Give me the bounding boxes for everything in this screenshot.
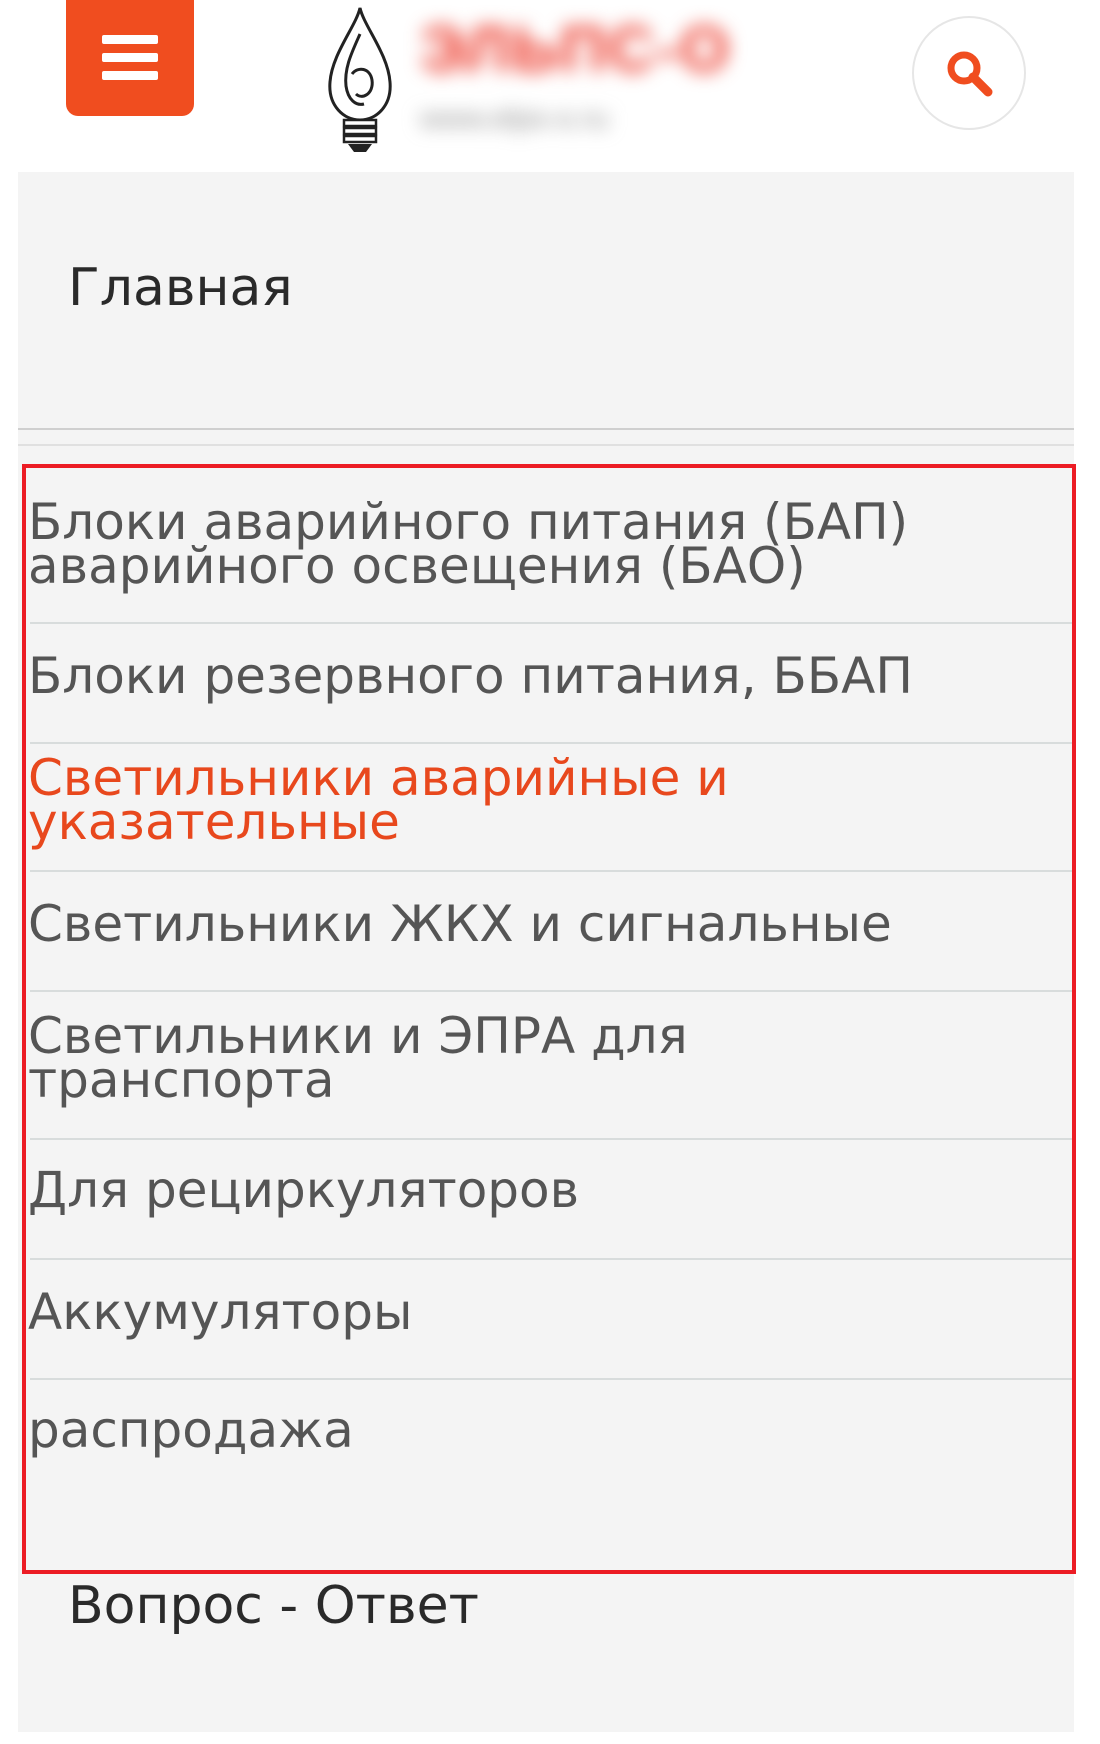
category-label: Светильники ЖКХ и сигнальные (28, 895, 892, 953)
category-item-housing-lights[interactable]: Светильники ЖКХ и сигнальные (26, 895, 1072, 953)
menu-button[interactable] (66, 0, 194, 116)
divider (18, 428, 1074, 430)
category-item-recirculators[interactable]: Для рециркуляторов (26, 1161, 1072, 1219)
search-button[interactable] (912, 16, 1026, 130)
site-header: ЭЛЬПС-О www.elps-o.ru (0, 0, 1100, 170)
divider (30, 1258, 1072, 1260)
hamburger-menu-icon (102, 35, 158, 80)
magnifier-icon (947, 51, 993, 97)
category-label: Блоки резервного питания, ББАП (28, 647, 913, 705)
category-label: Аккумуляторы (28, 1283, 413, 1341)
category-item-sale[interactable]: распродажа (26, 1401, 1072, 1459)
category-item-emergency-lights[interactable]: Светильники аварийные и указательные (26, 753, 1072, 847)
category-label: Для рециркуляторов (28, 1161, 580, 1219)
divider (30, 990, 1072, 992)
divider (30, 742, 1072, 744)
lightbulb-flame-logo-icon (328, 7, 392, 152)
category-item-bap[interactable]: Блоки аварийного питания (БАП) аварийног… (26, 497, 1072, 595)
category-item-transport[interactable]: Светильники и ЭПРА для транспорта (26, 1011, 1072, 1105)
category-item-bbap[interactable]: Блоки резервного питания, ББАП (26, 647, 1072, 705)
divider (30, 1378, 1072, 1380)
navigation-panel: Главная Блоки аварийного питания (БАП) а… (18, 172, 1076, 1732)
brand-site: www.elps-o.ru (420, 102, 609, 135)
nav-item-home[interactable]: Главная (68, 262, 293, 314)
divider (30, 870, 1072, 872)
category-item-batteries[interactable]: Аккумуляторы (26, 1283, 1072, 1341)
category-label: распродажа (28, 1401, 354, 1459)
divider (30, 622, 1072, 624)
category-label: аварийного освещения (БАО) (28, 537, 806, 595)
divider (18, 444, 1074, 446)
brand-name: ЭЛЬПС-О (420, 13, 732, 85)
logo-link[interactable] (322, 4, 398, 154)
nav-item-faq[interactable]: Вопрос - Ответ (68, 1580, 479, 1632)
category-list: Блоки аварийного питания (БАП) аварийног… (22, 464, 1076, 1574)
divider (30, 1138, 1072, 1140)
logo-text-blurred: ЭЛЬПС-О www.elps-o.ru (400, 2, 778, 152)
